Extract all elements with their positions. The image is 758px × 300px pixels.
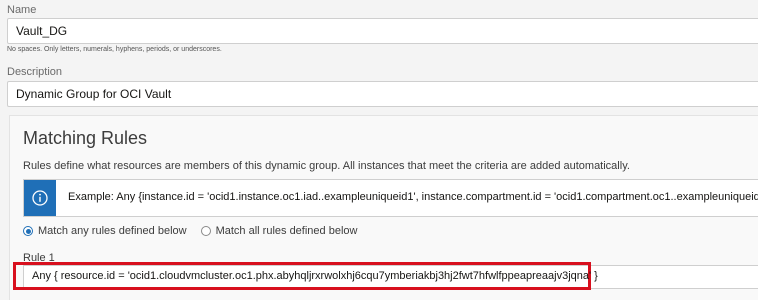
info-icon (24, 180, 56, 216)
rule-1-input[interactable]: Any { resource.id = 'ocid1.cloudvmcluste… (32, 270, 598, 282)
description-label: Description (7, 66, 63, 78)
match-all-option[interactable]: Match all rules defined below (200, 225, 358, 237)
match-all-radio[interactable] (200, 226, 211, 236)
description-input[interactable]: Dynamic Group for OCI Vault (7, 81, 758, 107)
name-label: Name (7, 4, 37, 16)
matching-rules-title: Matching Rules (23, 128, 148, 148)
name-hint: No spaces. Only letters, numerals, hyphe… (7, 46, 222, 53)
match-any-option[interactable]: Match any rules defined below (23, 225, 187, 237)
match-any-label: Match any rules defined below (38, 225, 187, 237)
matching-rules-description: Rules define what resources are members … (23, 160, 630, 172)
example-text: Example: Any {instance.id = 'ocid1.insta… (68, 191, 758, 203)
example-info-box: Example: Any {instance.id = 'ocid1.insta… (23, 179, 758, 217)
name-input[interactable]: Vault_DG (7, 18, 758, 44)
match-any-radio[interactable] (23, 226, 33, 236)
match-all-label: Match all rules defined below (215, 225, 358, 237)
match-mode-radio-group: Match any rules defined below Match all … (23, 225, 357, 237)
